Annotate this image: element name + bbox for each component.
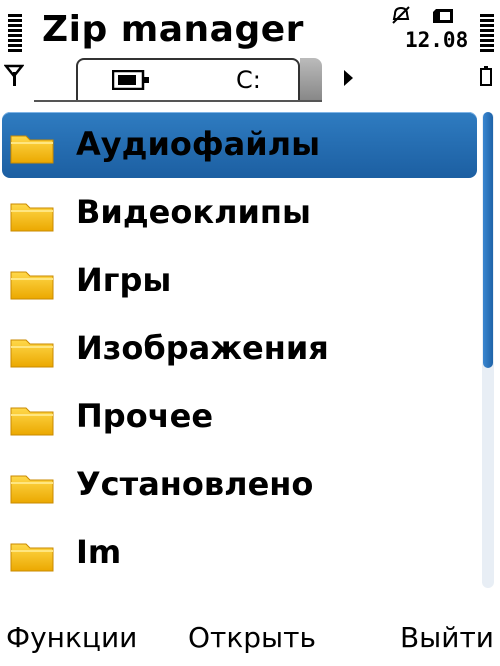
tab-label: C:: [236, 66, 261, 94]
list-item-label: Установлено: [76, 465, 314, 503]
options-softkey[interactable]: Функции: [6, 618, 137, 658]
folder-icon: [10, 203, 54, 232]
list-item-label: Аудиофайлы: [76, 125, 321, 163]
folder-icon: [10, 407, 54, 436]
tab-right-arrow-icon[interactable]: [342, 70, 354, 86]
folder-icon: [10, 543, 54, 572]
open-softkey[interactable]: Открыть: [188, 618, 316, 658]
signal-strength-icon: [8, 14, 22, 54]
scrollbar-thumb[interactable]: [483, 112, 493, 368]
exit-softkey[interactable]: Выйти: [400, 618, 494, 658]
tab-bar-divider: [34, 100, 322, 102]
folder-icon: [10, 135, 54, 164]
list-item[interactable]: Im: [0, 520, 480, 588]
list-item[interactable]: Установлено: [0, 452, 480, 520]
list-item[interactable]: Изображения: [0, 316, 480, 384]
list-item-label: Видеоклипы: [76, 193, 311, 231]
sim-card-icon: [433, 9, 453, 23]
battery-icon: [480, 66, 492, 86]
folder-list: Аудиофайлы Видеоклипы Игры Изображения Проче…: [0, 112, 480, 588]
tab-c-drive[interactable]: C:: [76, 58, 300, 100]
phone-memory-icon: [112, 70, 149, 90]
list-item[interactable]: Аудиофайлы: [0, 112, 480, 180]
list-item[interactable]: Игры: [0, 248, 480, 316]
alarm-icon: [392, 6, 410, 24]
tab-next[interactable]: [300, 58, 322, 100]
list-item-label: Игры: [76, 261, 172, 299]
folder-icon: [10, 475, 54, 504]
list-item-label: Im: [76, 533, 122, 571]
list-item[interactable]: Прочее: [0, 384, 480, 452]
app-title: Zip manager: [42, 9, 304, 50]
folder-icon: [10, 339, 54, 368]
list-item-label: Прочее: [76, 397, 214, 435]
battery-level-icon: [480, 14, 494, 54]
folder-icon: [10, 271, 54, 300]
clock: 12.08: [405, 28, 469, 52]
antenna-icon: [4, 64, 24, 86]
list-item[interactable]: Видеоклипы: [0, 180, 480, 248]
list-item-label: Изображения: [76, 329, 329, 367]
